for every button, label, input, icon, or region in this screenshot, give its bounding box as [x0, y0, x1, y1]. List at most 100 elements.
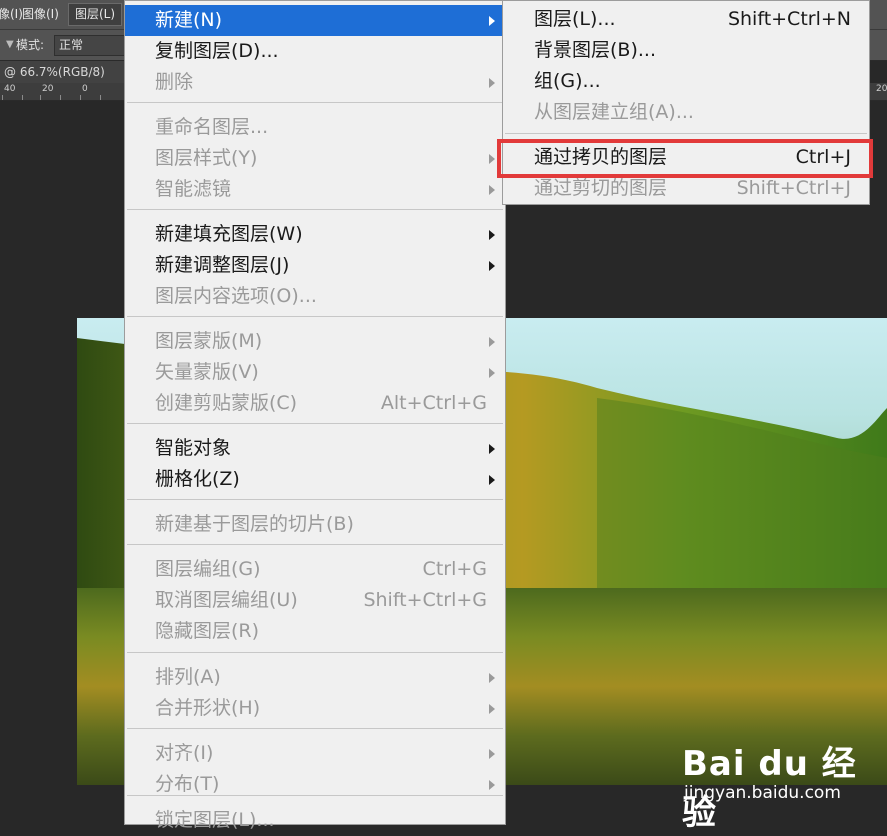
menu-separator	[127, 544, 503, 545]
watermark-url: jingyan.baidu.com	[684, 783, 841, 803]
menu-item-label: 新建调整图层(J)	[155, 254, 290, 276]
menu-separator	[127, 423, 503, 424]
menu-item-label: 智能滤镜	[155, 178, 232, 200]
menu-separator	[127, 102, 503, 103]
submenu-arrow-icon	[489, 780, 495, 790]
layer-menu-item[interactable]: 智能对象	[125, 433, 505, 464]
new-submenu-item[interactable]: 从图层建立组(A)...	[503, 97, 869, 128]
layer-menu-item[interactable]: 矢量蒙版(V)	[125, 357, 505, 388]
menu-item-shortcut: Alt+Ctrl+G	[380, 392, 487, 414]
ruler-mark	[60, 95, 61, 100]
layer-menu-item[interactable]: 图层蒙版(M)	[125, 326, 505, 357]
ruler-mark	[100, 95, 101, 100]
menu-item-label: 组(G)...	[534, 70, 601, 92]
menu-image[interactable]: 图像(I)	[16, 0, 65, 29]
submenu-arrow-icon	[489, 704, 495, 714]
submenu-arrow-icon	[489, 230, 495, 240]
menu-item-label: 排列(A)	[155, 666, 221, 688]
menu-item-shortcut: Shift+Ctrl+G	[363, 589, 487, 611]
layer-menu-item[interactable]: 新建填充图层(W)	[125, 219, 505, 250]
layer-menu-item[interactable]: 锁定图层(L)...	[125, 805, 505, 836]
submenu-arrow-icon	[489, 261, 495, 271]
menu-item-label: 图层(L)...	[534, 8, 616, 30]
submenu-arrow-icon	[489, 154, 495, 164]
layer-menu-item[interactable]: 图层编组(G) Ctrl+G	[125, 554, 505, 585]
layer-menu-item[interactable]: 排列(A)	[125, 662, 505, 693]
callout-highlight-box	[497, 139, 873, 178]
new-submenu-item[interactable]: 图层(L)... Shift+Ctrl+N	[503, 4, 869, 35]
menu-separator	[127, 795, 503, 796]
menu-item-label: 锁定图层(L)...	[155, 809, 275, 831]
menu-separator	[127, 316, 503, 317]
menu-separator	[127, 499, 503, 500]
submenu-arrow-icon	[489, 16, 495, 26]
new-submenu-item[interactable]: 组(G)...	[503, 66, 869, 97]
ruler-tick: 0	[82, 84, 88, 94]
menu-item-shortcut: Ctrl+G	[422, 558, 487, 580]
submenu-arrow-icon	[489, 749, 495, 759]
ruler-mark	[22, 95, 23, 100]
menu-item-label: 栅格化(Z)	[155, 468, 240, 490]
menu-item-label: 新建基于图层的切片(B)	[155, 513, 354, 535]
ruler-tick: 20	[42, 84, 54, 94]
layer-menu-dropdown: 新建(N) 复制图层(D)... 删除重命名图层... 图层样式(Y) 智能滤镜新建填充…	[124, 0, 506, 831]
layer-menu-item[interactable]: 隐藏图层(R)	[125, 616, 505, 647]
menu-item-label: 隐藏图层(R)	[155, 620, 260, 642]
ruler-tick: 20	[876, 84, 887, 94]
layer-menu-item[interactable]: 创建剪贴蒙版(C) Alt+Ctrl+G	[125, 388, 505, 419]
menu-item-label: 取消图层编组(U)	[155, 589, 298, 611]
document-tab-title: @ 66.7%(RGB/8)	[4, 65, 105, 79]
submenu-arrow-icon	[489, 475, 495, 485]
menu-separator	[505, 133, 867, 134]
ruler-tick: 40	[4, 84, 16, 94]
layer-menu-item[interactable]: 图层样式(Y)	[125, 143, 505, 174]
menu-item-label: 复制图层(D)...	[155, 40, 279, 62]
menu-item-label: 重命名图层...	[155, 116, 269, 138]
mode-label: 模式:	[16, 38, 45, 52]
menu-item-label: 新建(N)	[155, 9, 223, 31]
layer-menu-item[interactable]: 图层内容选项(O)...	[125, 281, 505, 312]
menu-item-label: 智能对象	[155, 437, 232, 459]
menu-item-label: 新建填充图层(W)	[155, 223, 303, 245]
submenu-arrow-icon	[489, 78, 495, 88]
menu-separator	[127, 209, 503, 210]
submenu-arrow-icon	[489, 444, 495, 454]
menu-item-label: 对齐(I)	[155, 742, 214, 764]
menu-item-label: 从图层建立组(A)...	[534, 101, 694, 123]
menu-item-label: 创建剪贴蒙版(C)	[155, 392, 298, 414]
layer-menu-item[interactable]: 合并形状(H)	[125, 693, 505, 724]
layer-menu-item[interactable]: 新建调整图层(J)	[125, 250, 505, 281]
menu-item-shortcut: Shift+Ctrl+N	[727, 8, 851, 30]
new-submenu-item[interactable]: 背景图层(B)...	[503, 35, 869, 66]
menu-separator	[127, 652, 503, 653]
menu-item-label: 矢量蒙版(V)	[155, 361, 259, 383]
layer-menu-item[interactable]: 删除	[125, 67, 505, 98]
ruler-mark	[2, 95, 3, 100]
submenu-arrow-icon	[489, 337, 495, 347]
menu-item-label: 图层样式(Y)	[155, 147, 258, 169]
mode-select[interactable]: 正常	[54, 35, 126, 56]
layer-menu-item[interactable]: 智能滤镜	[125, 174, 505, 205]
submenu-arrow-icon	[489, 368, 495, 378]
ruler-mark	[40, 95, 41, 100]
menu-item-label: 图层编组(G)	[155, 558, 261, 580]
layer-menu-item[interactable]: 栅格化(Z)	[125, 464, 505, 495]
layer-menu-item[interactable]: 新建基于图层的切片(B)	[125, 509, 505, 540]
layer-menu-item[interactable]: 重命名图层...	[125, 112, 505, 143]
menu-item-label: 图层内容选项(O)...	[155, 285, 317, 307]
submenu-arrow-icon	[489, 185, 495, 195]
menu-item-label: 背景图层(B)...	[534, 39, 656, 61]
submenu-arrow-icon	[489, 673, 495, 683]
baidu-watermark: Bai du 经验 jingyan.baidu.com	[672, 728, 872, 833]
layer-menu-item[interactable]: 新建(N)	[125, 5, 505, 36]
layer-menu-item[interactable]: 取消图层编组(U) Shift+Ctrl+G	[125, 585, 505, 616]
menu-item-label: 删除	[155, 71, 194, 93]
menu-item-label: 图层蒙版(M)	[155, 330, 263, 352]
ruler-mark	[80, 95, 81, 100]
menu-layer[interactable]: 图层(L)	[68, 3, 123, 26]
document-tab[interactable]: @ 66.7%(RGB/8)	[0, 61, 125, 83]
menu-separator	[127, 728, 503, 729]
layer-menu-item[interactable]: 对齐(I)	[125, 738, 505, 769]
layer-menu-item[interactable]: 复制图层(D)...	[125, 36, 505, 67]
options-grip: ▼	[6, 39, 14, 50]
